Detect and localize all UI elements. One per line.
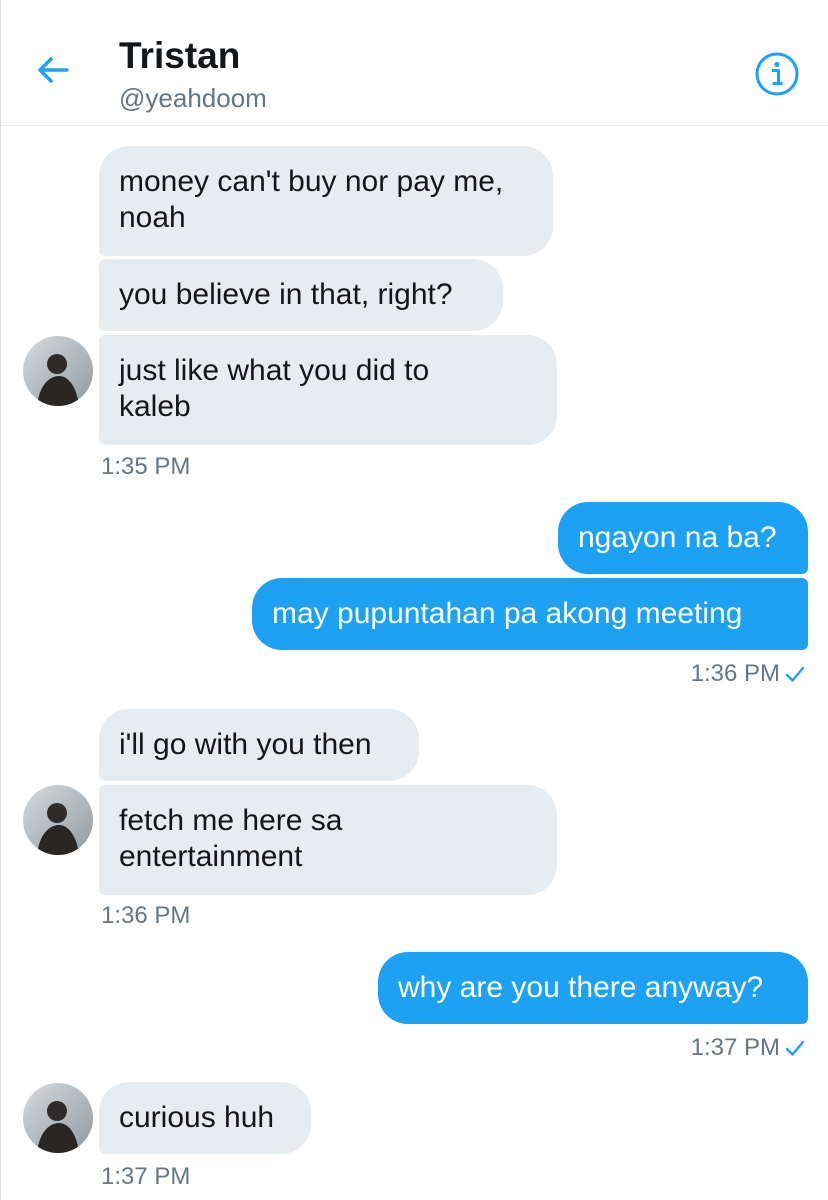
arrow-left-icon [38,57,69,83]
incoming-message[interactable]: just like what you did to kaleb [99,335,557,445]
contact-name[interactable]: Tristan [119,34,240,78]
avatar[interactable] [23,1083,93,1153]
avatar[interactable] [23,336,93,406]
incoming-message[interactable]: i'll go with you then [99,709,419,781]
contact-handle: @yeahdoom [119,83,267,113]
incoming-message[interactable]: money can't buy nor pay me, noah [99,146,553,256]
conversation-header: Tristan @yeahdoom [1,0,828,126]
message-timestamp: 1:37 PM [101,1163,191,1190]
incoming-message[interactable]: you believe in that, right? [99,259,503,331]
message-timestamp: 1:36 PM [101,902,191,929]
outgoing-message[interactable]: why are you there anyway? [378,952,808,1024]
timestamp-text: 1:37 PM [690,1034,780,1061]
message-timestamp: 1:37 PM [691,1033,806,1063]
info-button[interactable] [753,50,801,98]
outgoing-message[interactable]: ngayon na ba? [558,502,808,574]
avatar[interactable] [23,785,93,855]
checkmark-icon [785,1040,805,1056]
timestamp-text: 1:36 PM [690,660,780,687]
info-icon [755,52,799,96]
message-timestamp: 1:36 PM [691,659,806,689]
dm-conversation-screen: Tristan @yeahdoom money can't buy nor pa… [0,0,828,1200]
incoming-message[interactable]: fetch me here sa entertainment [99,785,557,895]
outgoing-message[interactable]: may pupuntahan pa akong meeting [252,578,808,650]
message-timestamp: 1:35 PM [101,453,191,480]
back-button[interactable] [27,46,79,94]
incoming-message[interactable]: curious huh [99,1082,311,1154]
checkmark-icon [785,666,805,682]
